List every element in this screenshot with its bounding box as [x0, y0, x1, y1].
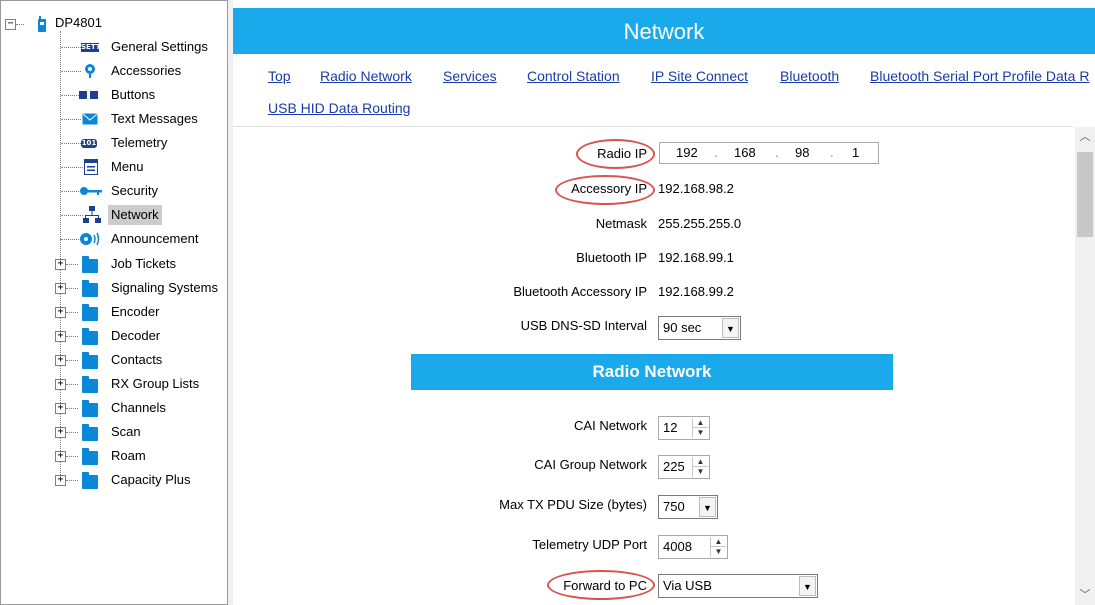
bluetooth-accessory-ip-label: Bluetooth Accessory IP — [513, 284, 647, 299]
max-tx-pdu-size-select[interactable]: 750 ▼ — [658, 495, 718, 519]
expand-toggle[interactable]: + — [55, 259, 66, 270]
folder-icon — [82, 280, 98, 297]
nav-link-top[interactable]: Top — [268, 67, 291, 85]
folder-icon — [82, 400, 98, 417]
buttons-icon — [79, 91, 98, 99]
radio-network-section-title: Radio Network — [411, 354, 893, 390]
accessory-ip-label: Accessory IP — [571, 181, 647, 196]
nav-link-ip-site-connect[interactable]: IP Site Connect — [651, 67, 748, 85]
network-icon — [83, 206, 101, 223]
scroll-up-icon[interactable]: ︿ — [1075, 129, 1095, 145]
radio-ip-octet-4[interactable]: 1 — [852, 143, 859, 163]
bluetooth-ip-label: Bluetooth IP — [576, 250, 647, 265]
nav-link-bluetooth[interactable]: Bluetooth — [780, 67, 839, 85]
accessory-ip-value: 192.168.98.2 — [658, 181, 734, 196]
nav-link-services[interactable]: Services — [443, 67, 497, 85]
expand-toggle[interactable]: + — [55, 283, 66, 294]
cai-group-network-label: CAI Group Network — [534, 457, 647, 472]
folder-icon — [82, 424, 98, 441]
usb-dns-sd-interval-label: USB DNS-SD Interval — [520, 318, 647, 333]
radio-device-icon — [38, 16, 46, 32]
radio-ip-octet-1[interactable]: 192 — [676, 143, 698, 163]
telemetry-udp-port-label: Telemetry UDP Port — [532, 537, 647, 552]
telemetry-udp-port-stepper[interactable]: 4008 ▲ ▼ — [658, 535, 728, 559]
envelope-icon — [82, 113, 98, 125]
folder-icon — [82, 304, 98, 321]
accessory-icon — [85, 64, 95, 78]
nav-link-control-station[interactable]: Control Station — [527, 67, 620, 85]
spin-up-icon[interactable]: ▲ — [693, 418, 708, 428]
spin-down-icon[interactable]: ▼ — [693, 428, 708, 438]
folder-icon — [82, 256, 98, 273]
dropdown-arrow-icon[interactable]: ▼ — [699, 497, 716, 517]
vertical-scrollbar[interactable]: ︿ ﹀ — [1075, 127, 1095, 605]
announcement-icon — [80, 232, 100, 246]
dropdown-arrow-icon[interactable]: ▼ — [722, 318, 739, 338]
settings-icon: SETTI — [81, 43, 104, 52]
forward-to-pc-label: Forward to PC — [563, 578, 647, 593]
folder-icon — [82, 352, 98, 369]
bluetooth-ip-value: 192.168.99.1 — [658, 250, 734, 265]
max-tx-pdu-size-label: Max TX PDU Size (bytes) — [499, 497, 647, 512]
expand-toggle[interactable]: + — [55, 355, 66, 366]
telemetry-icon: 101 — [81, 139, 97, 148]
expand-toggle[interactable]: + — [55, 475, 66, 486]
expand-toggle[interactable]: + — [55, 331, 66, 342]
bluetooth-accessory-ip-value: 192.168.99.2 — [658, 284, 734, 299]
menu-icon — [84, 159, 98, 175]
expand-toggle[interactable]: + — [55, 403, 66, 414]
collapse-root-toggle[interactable]: − — [5, 19, 16, 30]
navigation-tree[interactable]: − DP4801 SETTI General Settings Accessor… — [0, 0, 228, 605]
netmask-value: 255.255.255.0 — [658, 216, 742, 231]
expand-toggle[interactable]: + — [55, 451, 66, 462]
expand-toggle[interactable]: + — [55, 307, 66, 318]
dropdown-arrow-icon[interactable]: ▼ — [799, 576, 816, 596]
usb-dns-sd-interval-select[interactable]: 90 sec ▼ — [658, 316, 741, 340]
cai-network-label: CAI Network — [574, 418, 647, 433]
folder-icon — [82, 376, 98, 393]
scroll-down-icon[interactable]: ﹀ — [1075, 587, 1095, 603]
cai-network-stepper[interactable]: 12 ▲ ▼ — [658, 416, 710, 440]
key-icon — [80, 187, 102, 195]
spin-up-icon[interactable]: ▲ — [693, 457, 708, 467]
nav-link-bluetooth-spp-data-routing[interactable]: Bluetooth Serial Port Profile Data R — [870, 67, 1089, 85]
radio-ip-label: Radio IP — [597, 146, 647, 161]
radio-ip-octet-3[interactable]: 98 — [795, 143, 809, 163]
nav-link-usb-hid-data-routing[interactable]: USB HID Data Routing — [268, 99, 410, 117]
cai-group-network-stepper[interactable]: 225 ▲ ▼ — [658, 455, 710, 479]
spin-up-icon[interactable]: ▲ — [711, 537, 726, 547]
forward-to-pc-select[interactable]: Via USB ▼ — [658, 574, 818, 598]
nav-link-radio-network[interactable]: Radio Network — [320, 67, 412, 85]
netmask-label: Netmask — [595, 216, 647, 231]
network-settings-panel: Network Top Radio Network Services Contr… — [233, 0, 1095, 605]
expand-toggle[interactable]: + — [55, 427, 66, 438]
page-title: Network — [233, 8, 1095, 54]
scrollbar-thumb[interactable] — [1077, 152, 1093, 237]
folder-icon — [82, 328, 98, 345]
spin-down-icon[interactable]: ▼ — [711, 547, 726, 557]
spin-down-icon[interactable]: ▼ — [693, 467, 708, 477]
folder-icon — [82, 448, 98, 465]
divider — [233, 126, 1073, 127]
radio-ip-octet-2[interactable]: 168 — [734, 143, 756, 163]
folder-icon — [82, 472, 98, 489]
radio-ip-input[interactable]: 192 . 168 . 98 . 1 — [659, 142, 879, 164]
expand-toggle[interactable]: + — [55, 379, 66, 390]
